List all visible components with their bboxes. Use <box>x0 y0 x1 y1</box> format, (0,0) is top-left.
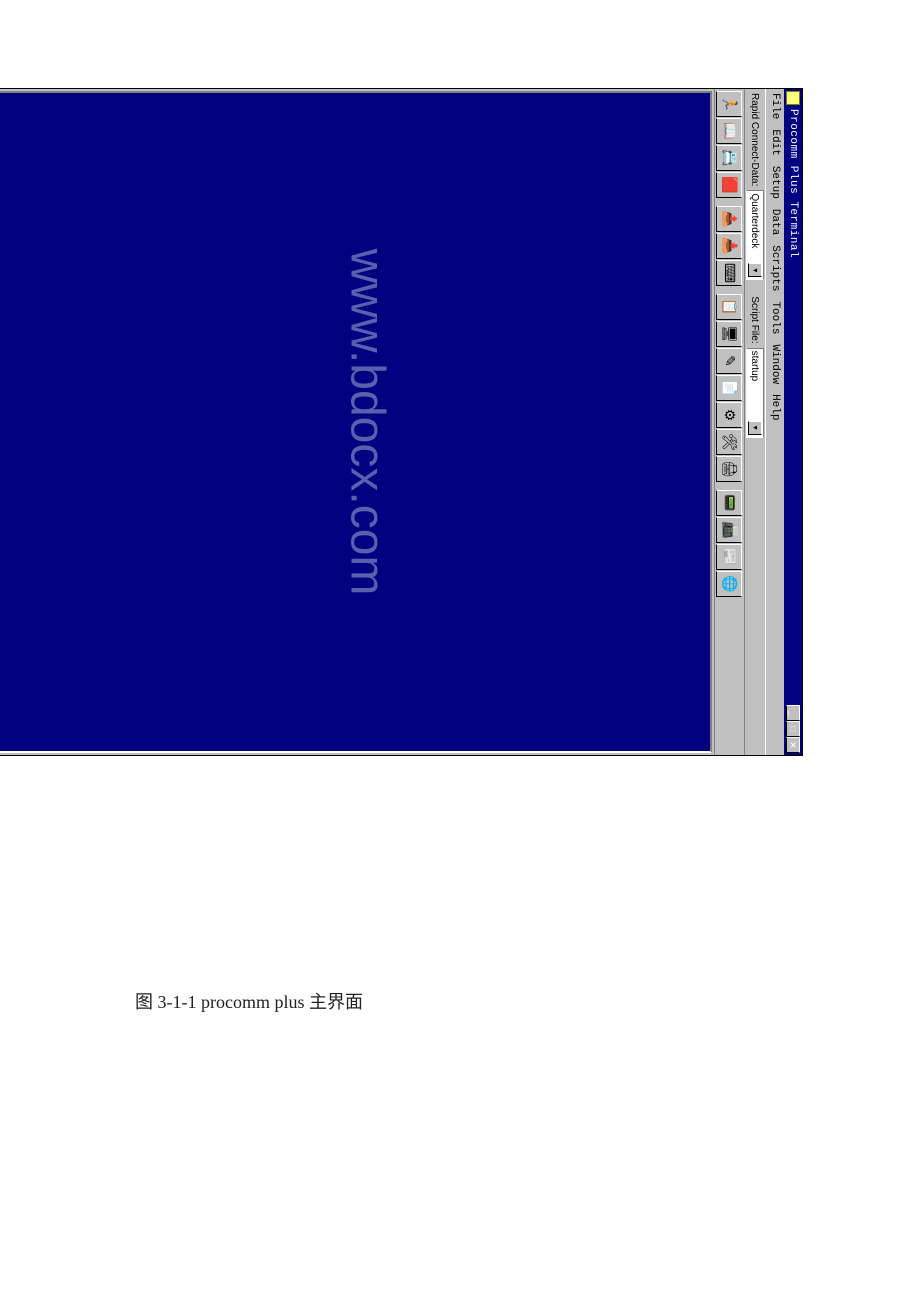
toolbar: 🏃 📖 📇 🟥 📤 📥 ⌨ 📋 🖥 ✎ 📄 ⚙ 🛠 🖨 📟 📠 📰 🌐 <box>714 89 744 755</box>
menu-file[interactable]: File <box>769 93 781 119</box>
mode-icon[interactable]: 🟥 <box>717 172 743 198</box>
menu-help[interactable]: Help <box>769 394 781 420</box>
titlebar: Procomm Plus Terminal _ □ ✕ <box>784 89 802 755</box>
menu-data[interactable]: Data <box>769 209 781 235</box>
maximize-button[interactable]: □ <box>786 721 800 737</box>
script-file-combo[interactable]: startup ▾ <box>746 348 764 438</box>
minimize-button[interactable]: _ <box>786 705 800 721</box>
internet-icon[interactable]: 🌐 <box>717 571 743 597</box>
rapid-connect-combo[interactable]: Quarterdeck ▾ <box>746 190 764 280</box>
figure-caption: 图 3-1-1 procomm plus 主界面 <box>135 988 363 1014</box>
fax-icon[interactable]: 📠 <box>717 517 743 543</box>
printer-icon[interactable]: 🖨 <box>717 456 743 482</box>
app-window: Procomm Plus Terminal _ □ ✕ File Edit Se… <box>0 88 803 756</box>
menu-window[interactable]: Window <box>769 344 781 384</box>
upload-icon[interactable]: 📤 <box>717 206 743 232</box>
connect-bar: Rapid Connect-Data: Quarterdeck ▾ Script… <box>744 89 766 755</box>
watermark: www.bdocx.com <box>339 249 394 596</box>
terminal[interactable]: www.bdocx.com <box>0 91 712 753</box>
menu-edit[interactable]: Edit <box>769 129 781 155</box>
menu-setup[interactable]: Setup <box>769 166 781 199</box>
app-icon <box>786 91 800 105</box>
close-button[interactable]: ✕ <box>786 737 800 753</box>
copy-icon[interactable]: 📄 <box>717 375 743 401</box>
monitor-icon[interactable]: 🖥 <box>717 321 743 347</box>
chevron-down-icon[interactable]: ▾ <box>748 263 762 277</box>
menu-scripts[interactable]: Scripts <box>769 245 781 291</box>
pager-icon[interactable]: 📟 <box>717 490 743 516</box>
rapid-connect-label: Rapid Connect-Data: <box>750 93 761 186</box>
phonebook-icon[interactable]: 📇 <box>717 145 743 171</box>
script-file-value: startup <box>750 351 761 382</box>
book-icon[interactable]: 📖 <box>717 118 743 144</box>
download-icon[interactable]: 📥 <box>717 233 743 259</box>
settings-icon[interactable]: ⚙ <box>717 402 743 428</box>
script-file-label: Script File: <box>750 296 761 343</box>
window-title: Procomm Plus Terminal <box>787 109 799 705</box>
clipboard-icon[interactable]: 📋 <box>717 294 743 320</box>
edit-icon[interactable]: ✎ <box>717 348 743 374</box>
menu-tools[interactable]: Tools <box>769 301 781 334</box>
keyboard-icon[interactable]: ⌨ <box>717 260 743 286</box>
client-area: www.bdocx.com Alt- <box>0 89 714 755</box>
newsreader-icon[interactable]: 📰 <box>717 544 743 570</box>
chevron-down-icon[interactable]: ▾ <box>748 421 762 435</box>
rapid-connect-value: Quarterdeck <box>750 193 761 248</box>
tools-icon[interactable]: 🛠 <box>717 429 743 455</box>
run-icon[interactable]: 🏃 <box>717 91 743 117</box>
menubar: File Edit Setup Data Scripts Tools Windo… <box>766 89 784 755</box>
